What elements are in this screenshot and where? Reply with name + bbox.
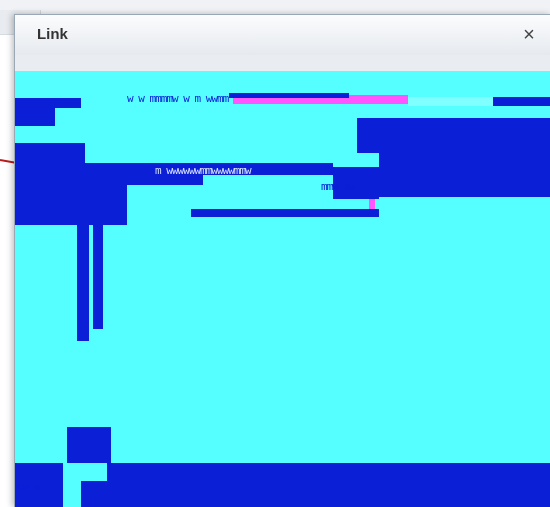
content-block	[15, 98, 81, 108]
content-block	[229, 93, 349, 98]
content-block	[15, 143, 85, 163]
content-text: m wwwwwwmmwwwwmmw	[155, 164, 252, 177]
dialog-content: w w mmmmw w m wwmm m wwwwwwmmwwwwmmw mmw…	[15, 71, 550, 507]
link-dialog: Link × w w mmmmw w m wwmm m wwwwwwmmwwww…	[14, 14, 550, 507]
content-block	[81, 481, 107, 507]
content-text: ww w	[17, 480, 40, 493]
ok-button[interactable]	[429, 471, 487, 499]
content-text: w w mmmmw w m wwmm	[127, 92, 229, 105]
content-highlight	[369, 199, 375, 209]
content-block	[93, 225, 103, 329]
cancel-button[interactable]	[499, 471, 549, 499]
content-text: mmw mw	[321, 180, 356, 193]
content-block	[379, 153, 550, 197]
content-block	[15, 163, 127, 225]
content-block	[67, 427, 111, 463]
content-block	[77, 225, 89, 341]
content-block	[15, 108, 55, 126]
dialog-action-bar	[107, 463, 550, 507]
content-block	[357, 118, 550, 153]
content-block	[493, 97, 550, 106]
content-block	[191, 209, 379, 217]
close-icon[interactable]: ×	[517, 23, 541, 47]
dialog-header: Link ×	[15, 15, 550, 56]
dialog-title: Link	[37, 26, 68, 43]
content-highlight	[408, 97, 493, 106]
